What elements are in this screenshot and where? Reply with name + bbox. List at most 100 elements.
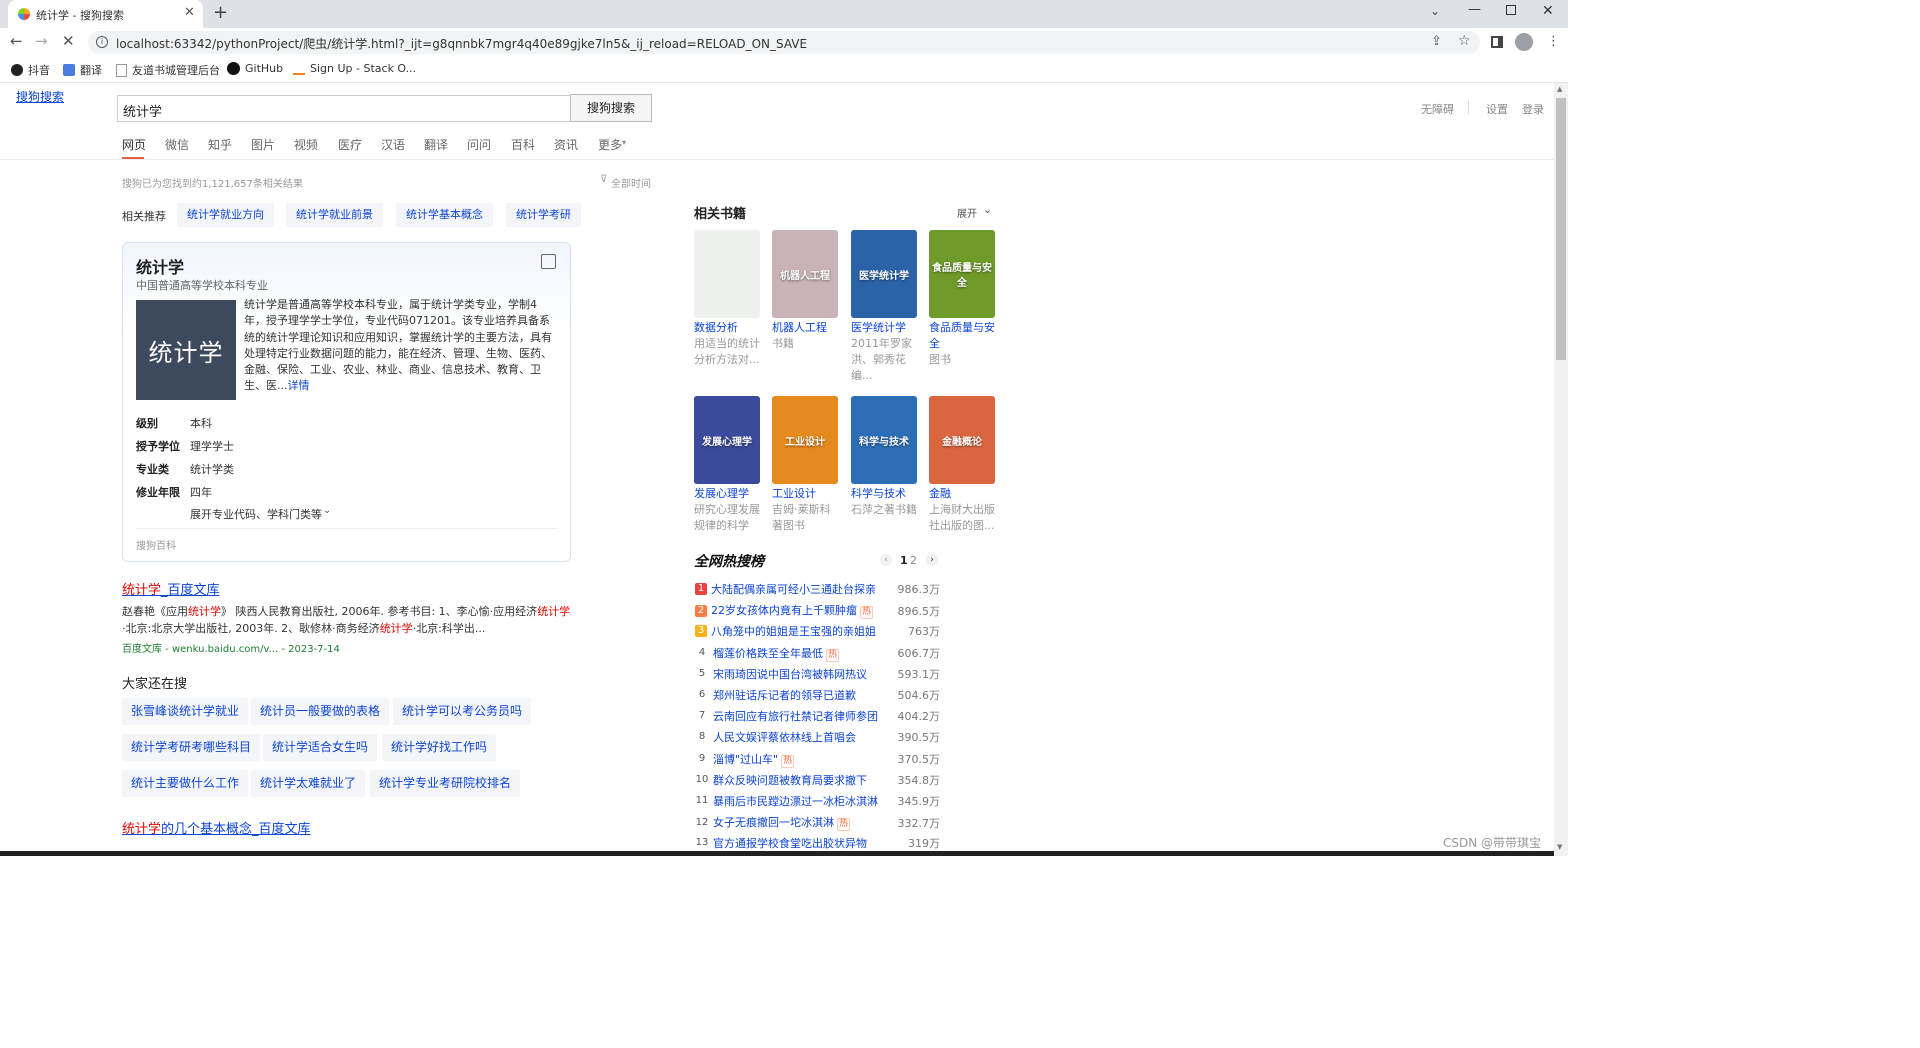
browser-tab[interactable]: 统计学 - 搜狗搜索 ✕: [8, 0, 203, 28]
filter-icon[interactable]: ⊽: [600, 174, 607, 185]
tab-images[interactable]: 图片: [251, 136, 275, 153]
search-input[interactable]: 统计学: [117, 95, 571, 122]
tab-web[interactable]: 网页: [122, 136, 146, 153]
hot-list-item[interactable]: 12 女子无痕撤回一坨冰淇淋热 332.7万: [695, 814, 940, 832]
also-search-tag[interactable]: 统计学专业考研院校排名: [370, 770, 521, 797]
external-link-icon[interactable]: [541, 254, 556, 269]
card-image[interactable]: 统计学: [136, 300, 236, 400]
book-cover[interactable]: 医学统计学: [851, 230, 917, 318]
tab-baike[interactable]: 百科: [511, 136, 535, 153]
close-window-icon[interactable]: ✕: [1542, 3, 1554, 19]
result-title[interactable]: 统计学的几个基本概念_百度文库: [122, 818, 311, 837]
related-tag[interactable]: 统计学基本概念: [396, 203, 493, 227]
book-item[interactable]: 工业设计 工业设计 吉姆·莱斯科著图书: [772, 396, 838, 534]
also-search-tag[interactable]: 统计学可以考公务员吗: [393, 698, 532, 725]
hot-item-text[interactable]: 暴雨后市民蹚边漂过一冰柜冰淇淋: [713, 795, 878, 808]
book-cover[interactable]: 机器人工程: [772, 230, 838, 318]
book-title[interactable]: 医学统计学: [851, 320, 917, 336]
search-button[interactable]: 搜狗搜索: [570, 94, 652, 122]
book-title[interactable]: 数据分析: [694, 320, 760, 336]
profile-avatar[interactable]: [1515, 33, 1533, 51]
book-title[interactable]: 发展心理学: [694, 486, 760, 502]
also-search-tag[interactable]: 统计学好找工作吗: [382, 734, 497, 761]
book-cover[interactable]: 发展心理学: [694, 396, 760, 484]
hot-list-item[interactable]: 7 云南回应有旅行社禁记者律师参团 404.2万: [695, 708, 940, 724]
hot-list-item[interactable]: 6 郑州驻话斥记者的领导已道歉 504.6万: [695, 687, 940, 703]
hot-list-item[interactable]: 13 官方通报学校食堂吃出胶状异物 319万: [695, 835, 940, 851]
hot-item-text[interactable]: 官方通报学校食堂吃出胶状异物: [713, 837, 867, 850]
side-panel-icon[interactable]: [1491, 36, 1503, 48]
tab-more[interactable]: 更多: [598, 136, 622, 153]
also-search-tag[interactable]: 统计学适合女生吗: [263, 734, 378, 761]
scrollbar-thumb[interactable]: [1556, 98, 1566, 360]
hot-list-item[interactable]: 11 暴雨后市民蹚边漂过一冰柜冰淇淋 345.9万: [695, 793, 940, 809]
hot-list-item[interactable]: 4 榴莲价格跌至全年最低热 606.7万: [695, 645, 940, 662]
hot-list-item[interactable]: 9 淄博"过山车" 热 370.5万: [695, 751, 940, 768]
bookmark-github[interactable]: GitHub: [227, 62, 283, 75]
hot-item-text[interactable]: 群众反映问题被教育局要求撤下: [713, 774, 867, 787]
site-info-icon[interactable]: i: [96, 36, 108, 48]
hot-item-text[interactable]: 宋雨琦因说中国台湾被韩网热议: [713, 668, 867, 681]
book-item[interactable]: 医学统计学 医学统计学 2011年罗家洪、郭秀花编...: [851, 230, 917, 384]
login-link[interactable]: 登录: [1522, 101, 1544, 117]
expand-link[interactable]: 展开专业代码、学科门类等: [190, 506, 322, 522]
book-cover[interactable]: 科学与技术: [851, 396, 917, 484]
tab-zhihu[interactable]: 知乎: [208, 136, 232, 153]
minimize-icon[interactable]: —: [1468, 2, 1481, 17]
book-item[interactable]: 食品质量与安全 食品质量与安全 图书: [929, 230, 995, 368]
tab-video[interactable]: 视频: [294, 136, 318, 153]
hot-list-item[interactable]: 1 大陆配偶亲属可经小三通赴台探亲 986.3万: [695, 581, 940, 597]
tab-wenwen[interactable]: 问问: [467, 136, 491, 153]
scroll-down-icon[interactable]: ▼: [1557, 843, 1562, 851]
stop-loading-icon[interactable]: ✕: [62, 32, 75, 50]
time-filter[interactable]: 全部时间: [611, 175, 651, 190]
menu-kebab-icon[interactable]: ⋮: [1547, 34, 1560, 49]
book-item[interactable]: 机器人工程 机器人工程 书籍: [772, 230, 838, 352]
book-cover[interactable]: 金融概论: [929, 396, 995, 484]
also-search-tag[interactable]: 张雪峰谈统计学就业: [122, 698, 249, 725]
hot-item-text[interactable]: 郑州驻话斥记者的领导已道歉: [713, 689, 856, 702]
restore-icon[interactable]: [1506, 5, 1516, 15]
address-bar[interactable]: i localhost:63342/pythonProject/爬虫/统计学.h…: [88, 31, 1480, 54]
settings-link[interactable]: 设置: [1486, 101, 1508, 117]
forward-icon[interactable]: →: [35, 32, 48, 50]
related-tag[interactable]: 统计学就业方向: [177, 203, 274, 227]
url-text[interactable]: localhost:63342/pythonProject/爬虫/统计学.htm…: [116, 35, 807, 52]
book-cover[interactable]: 食品质量与安全: [929, 230, 995, 318]
tab-translate[interactable]: 翻译: [424, 136, 448, 153]
tab-weixin[interactable]: 微信: [165, 136, 189, 153]
book-item[interactable]: 发展心理学 发展心理学 研究心理发展规律的科学: [694, 396, 760, 534]
also-search-tag[interactable]: 统计主要做什么工作: [122, 770, 249, 797]
hot-list-item[interactable]: 5 宋雨琦因说中国台湾被韩网热议 593.1万: [695, 666, 940, 682]
result-source[interactable]: 百度文库 - wenku.baidu.com/v... - 2023-7-14: [122, 640, 340, 655]
book-item[interactable]: 金融概论 金融 上海财大出版社出版的图...: [929, 396, 995, 534]
prev-page-icon[interactable]: ‹: [880, 554, 892, 566]
hot-item-text[interactable]: 人民文娱评蔡依林线上首唱会: [713, 731, 856, 744]
hot-item-text[interactable]: 22岁女孩体内竟有上千颗肿瘤: [711, 604, 857, 617]
book-item[interactable]: 科学与技术 科学与技术 石萍之著书籍: [851, 396, 917, 518]
bookmark-stackoverflow[interactable]: Sign Up - Stack O...: [293, 62, 416, 75]
share-icon[interactable]: ⇪: [1431, 34, 1442, 49]
hot-list-item[interactable]: 2 22岁女孩体内竟有上千颗肿瘤热 896.5万: [695, 602, 940, 620]
book-title[interactable]: 食品质量与安全: [929, 320, 995, 352]
book-title[interactable]: 科学与技术: [851, 486, 917, 502]
bookmark-bookstore[interactable]: 友道书城管理后台: [116, 62, 220, 78]
also-search-tag[interactable]: 统计学考研考哪些科目: [122, 734, 261, 761]
back-icon[interactable]: ←: [10, 32, 23, 50]
hot-item-text[interactable]: 榴莲价格跌至全年最低: [713, 647, 823, 660]
tab-news[interactable]: 资讯: [554, 136, 578, 153]
also-search-tag[interactable]: 统计学太难就业了: [251, 770, 366, 797]
bookmark-translate[interactable]: 翻译: [63, 62, 102, 78]
book-item[interactable]: 数据分析 用适当的统计分析方法对...: [694, 230, 760, 368]
page-number[interactable]: 2: [910, 554, 917, 567]
hot-item-text[interactable]: 八角笼中的姐姐是王宝强的亲姐姐: [711, 625, 876, 638]
hot-list-item[interactable]: 8 人民文娱评蔡依林线上首唱会 390.5万: [695, 729, 940, 745]
bookmark-star-icon[interactable]: ☆: [1458, 33, 1471, 49]
bookmark-douyin[interactable]: 抖音: [11, 62, 50, 78]
book-cover[interactable]: [694, 230, 760, 318]
tab-hanyu[interactable]: 汉语: [381, 136, 405, 153]
hot-list-item[interactable]: 10 群众反映问题被教育局要求撤下 354.8万: [695, 772, 940, 788]
accessibility-link[interactable]: 无障碍: [1421, 101, 1454, 117]
hot-list-item[interactable]: 3 八角笼中的姐姐是王宝强的亲姐姐 763万: [695, 623, 940, 639]
card-title[interactable]: 统计学: [136, 254, 184, 278]
